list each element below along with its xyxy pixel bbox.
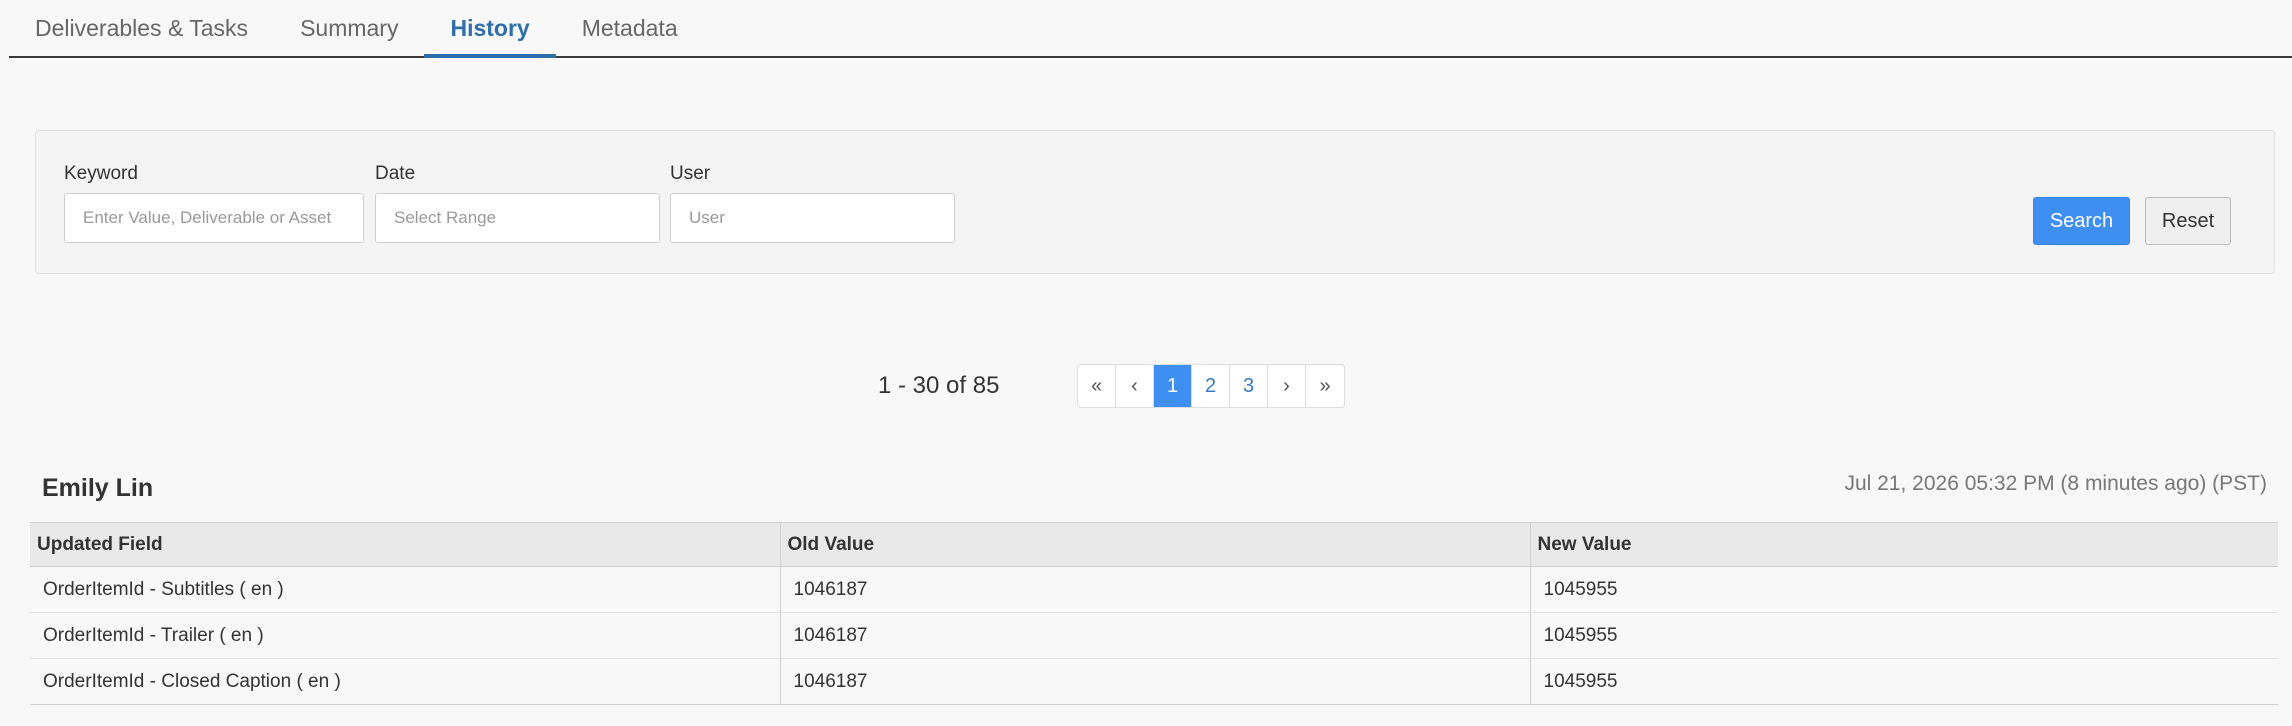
keyword-field-group: Keyword <box>64 163 364 243</box>
date-label: Date <box>375 163 416 184</box>
new-value-cell: 1045955 <box>1529 566 2278 613</box>
column-header-old-value: Old Value <box>779 522 1530 567</box>
result-range: 1 - 30 of 85 <box>878 372 1000 399</box>
next-page-button[interactable]: › <box>1268 365 1306 407</box>
search-button[interactable]: Search <box>2033 197 2130 245</box>
page-3-button[interactable]: 3 <box>1230 365 1268 407</box>
tab-bar: Deliverables & Tasks Summary History Met… <box>9 0 2292 58</box>
old-value-cell: 1046187 <box>779 658 1530 705</box>
tab-summary[interactable]: Summary <box>274 0 424 56</box>
updated-field-cell: OrderItemId - Subtitles ( en ) <box>30 566 780 613</box>
prev-page-button[interactable]: ‹ <box>1116 365 1154 407</box>
page-2-button[interactable]: 2 <box>1192 365 1230 407</box>
keyword-input[interactable] <box>64 193 364 243</box>
pagination: « ‹ 1 2 3 › » <box>1077 364 1345 408</box>
entry-user-name: Emily Lin <box>42 474 154 502</box>
updated-field-cell: OrderItemId - Trailer ( en ) <box>30 612 780 659</box>
date-range-input[interactable] <box>375 193 660 243</box>
old-value-cell: 1046187 <box>779 612 1530 659</box>
table-row: OrderItemId - Closed Caption ( en ) 1046… <box>30 658 2278 705</box>
table-row: OrderItemId - Subtitles ( en ) 1046187 1… <box>30 566 2278 613</box>
filter-panel: Keyword Date User Search Reset <box>35 130 2275 274</box>
page-1-button[interactable]: 1 <box>1154 365 1192 407</box>
first-page-button[interactable]: « <box>1078 365 1116 407</box>
reset-button[interactable]: Reset <box>2145 197 2231 245</box>
column-header-new-value: New Value <box>1529 522 2278 567</box>
old-value-cell: 1046187 <box>779 566 1530 613</box>
new-value-cell: 1045955 <box>1529 612 2278 659</box>
user-input[interactable] <box>670 193 955 243</box>
table-header-row: Updated Field Old Value New Value <box>30 522 2278 567</box>
user-label: User <box>670 163 711 184</box>
table-row: OrderItemId - Trailer ( en ) 1046187 104… <box>30 612 2278 659</box>
history-table: Updated Field Old Value New Value OrderI… <box>30 522 2278 705</box>
last-page-button[interactable]: » <box>1306 365 1344 407</box>
updated-field-cell: OrderItemId - Closed Caption ( en ) <box>30 658 780 705</box>
tab-metadata[interactable]: Metadata <box>556 0 704 56</box>
tab-deliverables-tasks[interactable]: Deliverables & Tasks <box>9 0 274 56</box>
entry-timestamp: Jul 21, 2026 05:32 PM (8 minutes ago) (P… <box>1844 472 2267 495</box>
column-header-updated-field: Updated Field <box>30 522 780 567</box>
date-field-group: Date <box>375 163 660 243</box>
user-field-group: User <box>670 163 955 243</box>
keyword-label: Keyword <box>64 163 138 184</box>
new-value-cell: 1045955 <box>1529 658 2278 705</box>
tab-history[interactable]: History <box>424 0 556 58</box>
